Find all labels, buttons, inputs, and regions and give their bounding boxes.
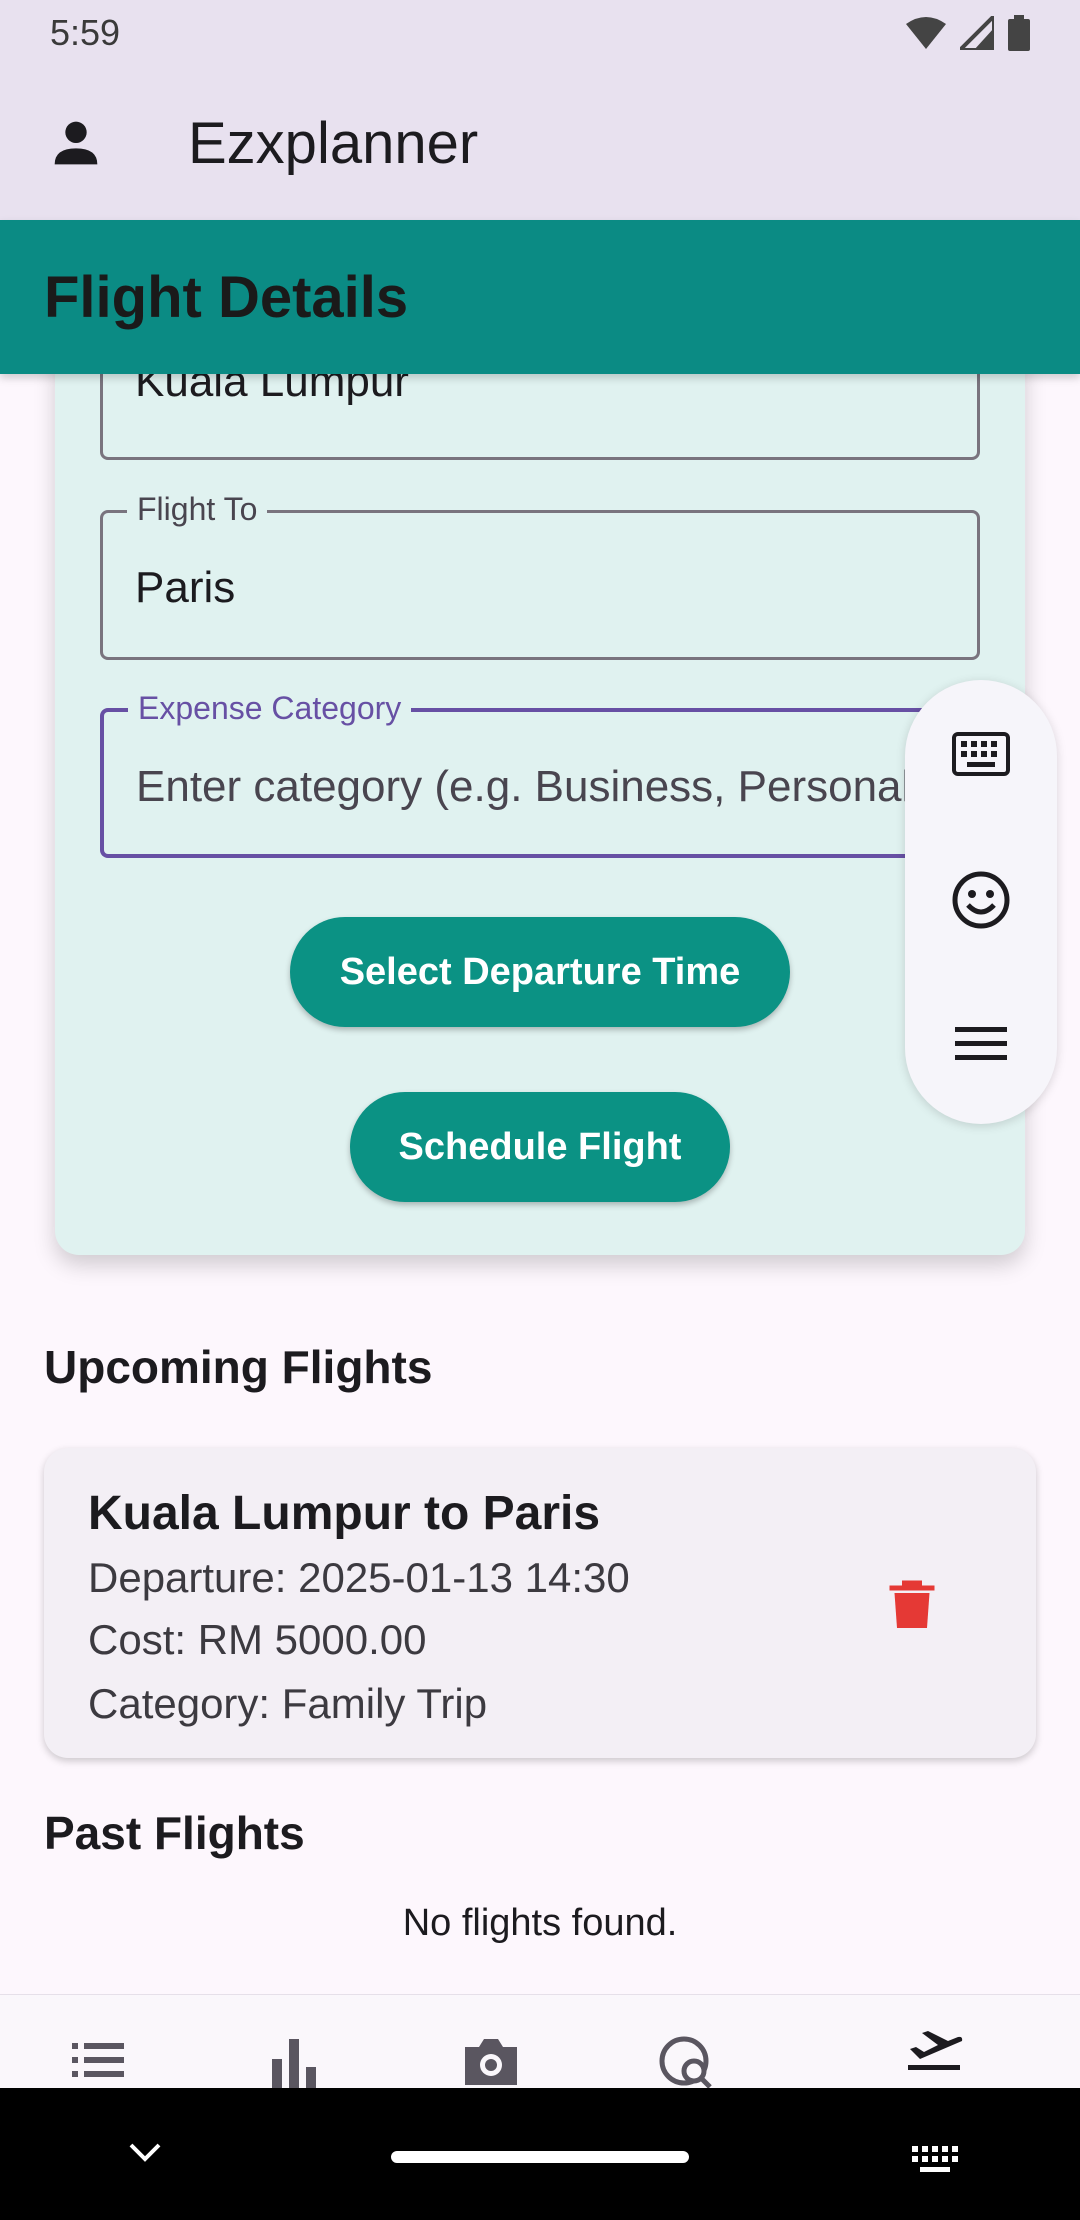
wifi-icon xyxy=(906,17,946,49)
page-title: Flight Details xyxy=(44,264,409,330)
delete-icon[interactable] xyxy=(882,1573,942,1633)
status-time: 5:59 xyxy=(50,12,121,53)
home-handle[interactable] xyxy=(391,2151,689,2163)
status-bar: 5:59 xyxy=(0,0,1080,66)
flight-card: Kuala Lumpur to Paris Departure: 2025-01… xyxy=(44,1448,1036,1758)
flight-route: Kuala Lumpur to Paris xyxy=(88,1487,601,1540)
select-departure-time-button[interactable]: Select Departure Time xyxy=(290,917,790,1027)
upcoming-flights-heading: Upcoming Flights xyxy=(44,1341,433,1393)
no-flights-text: No flights found. xyxy=(402,1902,678,1944)
past-flights-heading: Past Flights xyxy=(44,1807,305,1859)
account-icon[interactable] xyxy=(44,111,108,175)
keyboard-switch-icon[interactable] xyxy=(912,2146,958,2174)
app-title: Ezxplanner xyxy=(188,110,479,176)
menu-icon[interactable] xyxy=(951,1014,1011,1074)
list-icon[interactable] xyxy=(66,2033,130,2089)
app-bar: Ezxplanner xyxy=(0,66,1080,220)
flight-category: Category: Family Trip xyxy=(88,1680,488,1727)
flight-details-header: Flight Details xyxy=(0,220,1080,374)
signal-icon xyxy=(960,16,994,50)
expense-category-label: Expense Category xyxy=(128,690,412,727)
system-navigation-bar xyxy=(0,2088,1080,2220)
flight-cost: Cost: RM 5000.00 xyxy=(88,1616,427,1663)
flight-takeoff-icon[interactable] xyxy=(902,2019,966,2083)
battery-icon xyxy=(1008,15,1030,51)
bottom-navigation xyxy=(0,1994,1080,2089)
keyboard-icon[interactable] xyxy=(951,724,1011,784)
schedule-flight-button[interactable]: Schedule Flight xyxy=(350,1092,730,1202)
flight-to-field[interactable]: Flight To Paris xyxy=(100,491,980,660)
flight-form-card: Kuala Lumpur Flight To Paris Expense Cat… xyxy=(55,310,1025,1255)
expense-category-field[interactable]: Expense Category Enter category (e.g. Bu… xyxy=(100,690,1005,858)
chevron-down-icon[interactable] xyxy=(128,2142,162,2164)
status-icons xyxy=(906,15,1030,51)
expense-category-placeholder: Enter category (e.g. Business, Personal) xyxy=(136,762,926,811)
flight-to-label: Flight To xyxy=(127,491,268,528)
flight-departure: Departure: 2025-01-13 14:30 xyxy=(88,1554,630,1601)
camera-icon[interactable] xyxy=(459,2033,523,2089)
keyboard-floating-panel xyxy=(905,680,1057,1124)
flight-to-value: Paris xyxy=(135,563,236,612)
bar-chart-icon[interactable] xyxy=(262,2033,326,2089)
emoji-icon[interactable] xyxy=(951,870,1011,930)
travel-explore-icon[interactable] xyxy=(656,2033,720,2089)
